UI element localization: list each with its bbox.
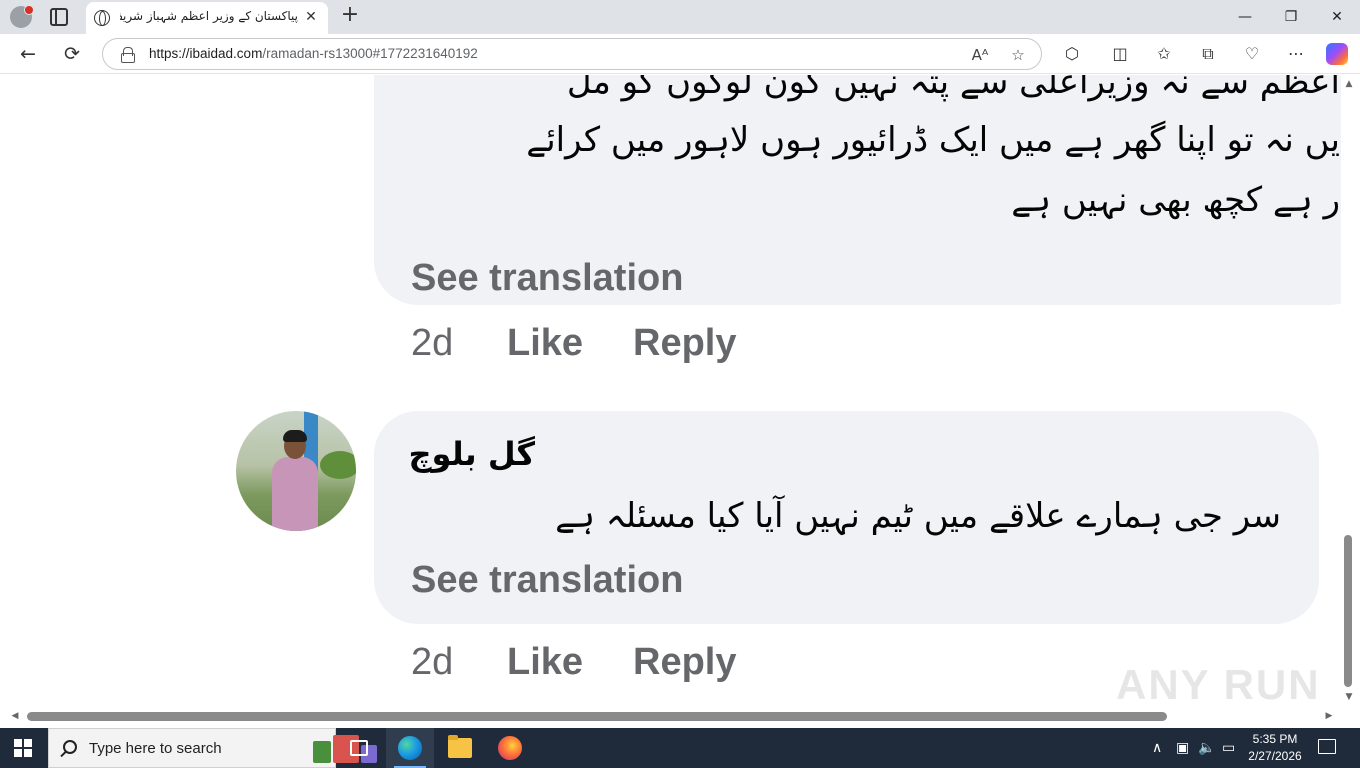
comment-text-clip: اعظم سے نہ وزیراعلی سے پتہ نہیں کون لوگو… xyxy=(410,75,1340,245)
reload-button[interactable]: ⟳ xyxy=(60,42,84,66)
split-screen-icon[interactable]: ◫ xyxy=(1108,43,1132,65)
firefox-taskbar-button[interactable] xyxy=(486,728,534,768)
anyrun-watermark: ANY RUN xyxy=(1116,661,1321,708)
notifications-icon[interactable] xyxy=(1318,739,1336,754)
comment-text: سر جی ہمارے علاقے میں ٹیم نہیں آیا کیا م… xyxy=(555,496,1281,536)
screen: پیاکستان کے وزیر اعظم شہباز شریف ✕ + — ❐… xyxy=(0,0,1360,768)
collections-icon[interactable]: ⧉ xyxy=(1196,43,1220,65)
reply-button[interactable]: Reply xyxy=(633,641,736,684)
see-translation-link[interactable]: See translation xyxy=(411,257,683,300)
globe-icon xyxy=(94,10,110,26)
windows-taskbar: Type here to search ∧ ▣ 🔈 ▭ 5:35 PM 2/27… xyxy=(0,728,1360,768)
tab-title: پیاکستان کے وزیر اعظم شہباز شریف xyxy=(120,9,298,23)
scroll-up-arrow-icon[interactable]: ▲ xyxy=(1344,79,1354,89)
like-button[interactable]: Like xyxy=(507,322,583,365)
clock-date: 2/27/2026 xyxy=(1248,749,1302,763)
vertical-scrollbar-thumb[interactable] xyxy=(1344,535,1352,687)
browser-toolbar: ← ⟳ https://ibaidad.com/ramadan-rs13000#… xyxy=(0,34,1360,74)
restore-button[interactable]: ❐ xyxy=(1268,0,1314,34)
minimize-button[interactable]: — xyxy=(1222,0,1268,34)
meet-now-icon[interactable]: ▣ xyxy=(1176,738,1189,758)
scroll-down-arrow-icon[interactable]: ▼ xyxy=(1344,692,1354,702)
avatar-detail xyxy=(320,451,356,479)
like-button[interactable]: Like xyxy=(507,641,583,684)
windows-start-icon[interactable] xyxy=(14,739,32,757)
page-content: اعظم سے نہ وزیراعلی سے پتہ نہیں کون لوگو… xyxy=(0,75,1341,709)
comment-text-line: اعظم سے نہ وزیراعلی سے پتہ نہیں کون لوگو… xyxy=(566,75,1340,102)
close-window-button[interactable]: ✕ xyxy=(1314,0,1360,34)
new-tab-button[interactable]: + xyxy=(338,4,362,28)
volume-icon[interactable]: 🔈 xyxy=(1198,738,1215,758)
taskbar-search-box[interactable]: Type here to search xyxy=(48,728,377,768)
close-tab-icon[interactable]: ✕ xyxy=(302,8,320,26)
tab-actions-icon[interactable] xyxy=(50,8,68,26)
see-translation-link[interactable]: See translation xyxy=(411,559,683,602)
comment-bubble: اعظم سے نہ وزیراعلی سے پتہ نہیں کون لوگو… xyxy=(374,75,1341,305)
extensions-icon[interactable]: ⬡ xyxy=(1060,43,1084,65)
read-aloud-icon[interactable]: Aᴬ xyxy=(969,44,991,66)
folder-icon xyxy=(448,735,472,758)
browser-essentials-icon[interactable]: ♡ xyxy=(1240,43,1264,65)
show-hidden-icons-icon[interactable]: ∧ xyxy=(1152,738,1162,758)
search-placeholder: Type here to search xyxy=(89,740,222,757)
edge-icon xyxy=(398,736,422,760)
scroll-right-arrow-icon[interactable]: ▶ xyxy=(1323,710,1335,722)
scroll-left-arrow-icon[interactable]: ◀ xyxy=(9,710,21,722)
comment-author[interactable]: گل بلوچ xyxy=(408,435,535,473)
copilot-icon[interactable] xyxy=(1326,43,1348,65)
browser-tab-strip: پیاکستان کے وزیر اعظم شہباز شریف ✕ + — ❐… xyxy=(0,0,1360,34)
comment-text-line: ر ہے کچھ بھی نہیں ہے xyxy=(1011,180,1340,220)
address-bar[interactable]: https://ibaidad.com/ramadan-rs13000#1772… xyxy=(102,38,1042,70)
comment-bubble: گل بلوچ سر جی ہمارے علاقے میں ٹیم نہیں آ… xyxy=(374,411,1319,624)
avatar-detail xyxy=(283,430,307,442)
more-icon[interactable]: ⋯ xyxy=(1284,43,1308,65)
avatar-detail xyxy=(272,457,318,531)
avatar[interactable] xyxy=(236,411,356,531)
task-view-icon xyxy=(350,740,368,756)
file-explorer-button[interactable] xyxy=(436,728,484,768)
taskbar-clock[interactable]: 5:35 PM 2/27/2026 xyxy=(1236,731,1314,765)
comment-text-line: یں نہ تو اپنا گھر ہے میں ایک ڈرائیور ہوں… xyxy=(526,120,1340,160)
active-tab[interactable]: پیاکستان کے وزیر اعظم شہباز شریف ✕ xyxy=(86,2,328,34)
firefox-icon xyxy=(498,736,522,760)
network-icon[interactable]: ▭ xyxy=(1222,738,1235,758)
back-button[interactable]: ← xyxy=(16,42,40,66)
search-icon xyxy=(63,740,77,754)
horizontal-scrollbar-thumb[interactable] xyxy=(27,712,1167,721)
clock-time: 5:35 PM xyxy=(1252,732,1298,746)
reply-button[interactable]: Reply xyxy=(633,322,736,365)
comment-time[interactable]: 2d xyxy=(411,641,453,684)
edge-taskbar-button[interactable] xyxy=(386,728,434,768)
profile-icon[interactable] xyxy=(10,5,34,28)
task-view-button[interactable] xyxy=(336,728,384,768)
favorite-star-icon[interactable]: ☆ xyxy=(1007,44,1029,66)
url-text[interactable]: https://ibaidad.com/ramadan-rs13000#1772… xyxy=(149,46,478,61)
lock-icon[interactable] xyxy=(121,47,135,63)
comment-time[interactable]: 2d xyxy=(411,322,453,365)
favorites-icon[interactable]: ✩ xyxy=(1152,43,1176,65)
